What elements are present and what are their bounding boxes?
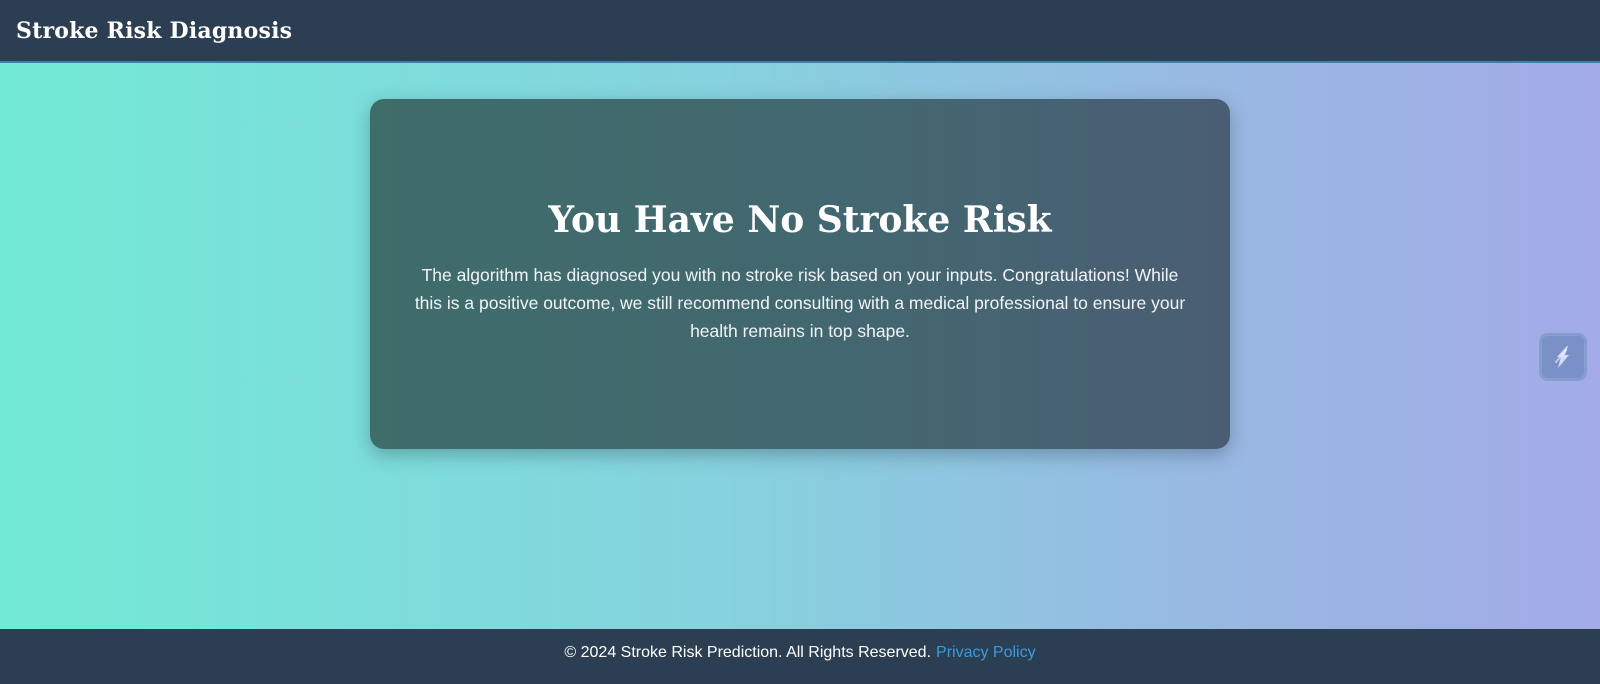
page-footer: © 2024 Stroke Risk Prediction. All Right… — [0, 629, 1600, 684]
privacy-policy-link[interactable]: Privacy Policy — [936, 644, 1036, 662]
top-navbar: Stroke Risk Diagnosis — [0, 0, 1600, 63]
lightning-bolt-icon — [1555, 346, 1569, 368]
floating-assistant-button[interactable] — [1539, 333, 1587, 381]
result-card: You Have No Stroke Risk The algorithm ha… — [370, 99, 1230, 449]
site-title[interactable]: Stroke Risk Diagnosis — [16, 18, 292, 44]
result-message: The algorithm has diagnosed you with no … — [414, 265, 1186, 341]
result-title: You Have No Stroke Risk — [548, 199, 1052, 241]
copyright-text: © 2024 Stroke Risk Prediction. All Right… — [564, 643, 932, 661]
